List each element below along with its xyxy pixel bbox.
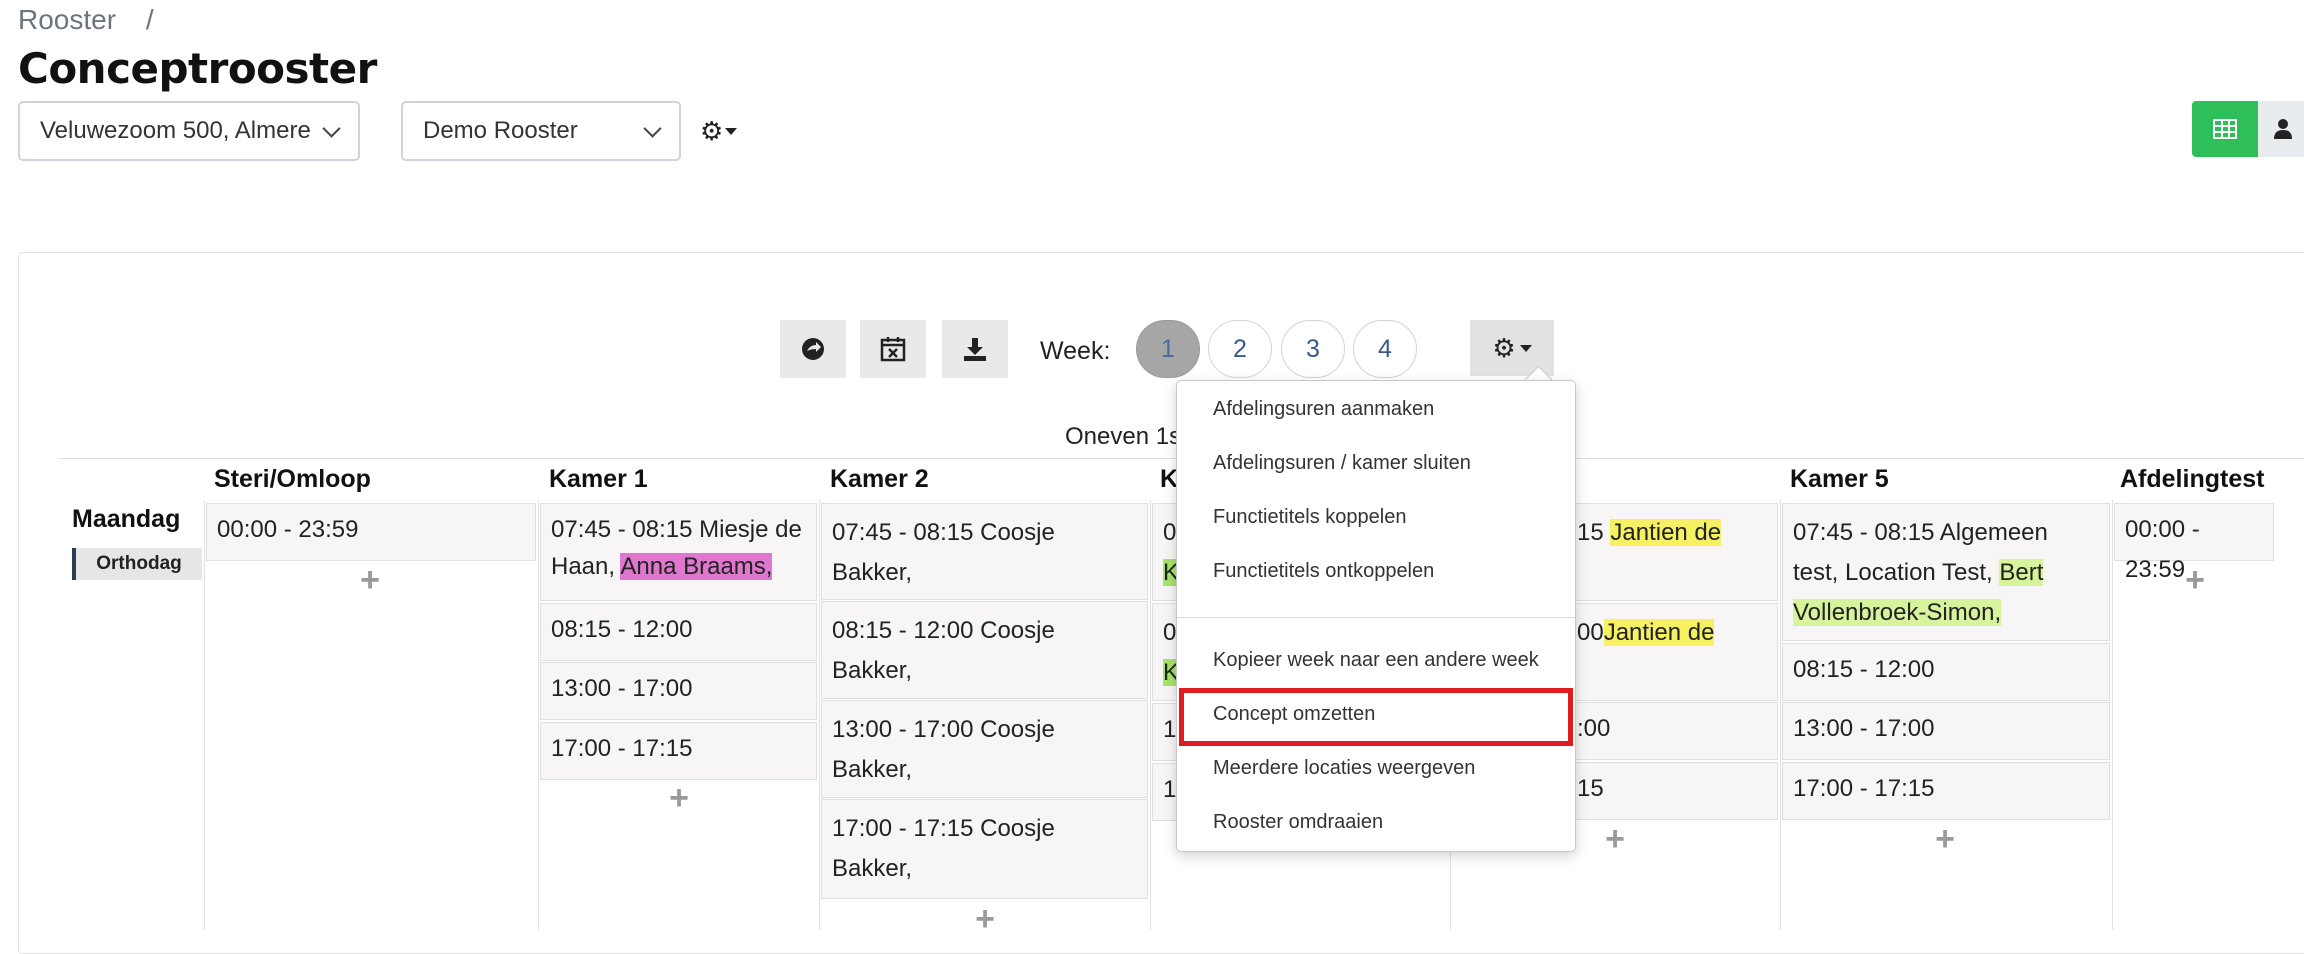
column-separator bbox=[1150, 500, 1151, 930]
slot-kamer2-2[interactable]: 08:15 - 12:00 Coosje Bakker, bbox=[821, 601, 1148, 699]
slot-text: 00 bbox=[1577, 619, 1604, 646]
breadcrumb-separator: / bbox=[145, 4, 154, 35]
day-tag: Orthodag bbox=[72, 548, 202, 580]
share-icon bbox=[802, 338, 824, 360]
column-separator bbox=[204, 500, 205, 930]
menu-item-afdelingsuren-aanmaken[interactable]: Afdelingsuren aanmaken bbox=[1213, 398, 1434, 421]
slot-text: Bakker, bbox=[832, 756, 913, 783]
slot-kamer2-3[interactable]: 13:00 - 17:00 Coosje Bakker, bbox=[821, 700, 1148, 798]
slot-kamer1-3[interactable]: 13:00 - 17:00 bbox=[540, 662, 817, 720]
week-4-button[interactable]: 4 bbox=[1353, 320, 1417, 378]
breadcrumb-root[interactable]: Rooster bbox=[18, 4, 116, 35]
column-header-afdelingtest: Afdelingtest bbox=[2120, 465, 2265, 493]
gear-icon: ⚙ bbox=[1492, 332, 1516, 363]
slot-text: 08:15 - 12:00 Coosje bbox=[832, 617, 1055, 644]
rooster-settings-menu: Afdelingsuren aanmaken Afdelingsuren / k… bbox=[1176, 380, 1576, 852]
day-label: Maandag bbox=[72, 505, 181, 533]
slot-text: 13:00 - 17:00 Coosje bbox=[832, 716, 1055, 743]
clear-week-button[interactable] bbox=[860, 320, 926, 378]
gear-icon: ⚙ bbox=[700, 116, 724, 146]
plus-icon[interactable]: + bbox=[1600, 822, 1630, 856]
table-icon bbox=[2213, 119, 2237, 139]
download-icon bbox=[964, 338, 986, 361]
slot-text: :00 bbox=[1577, 715, 1611, 742]
menu-divider bbox=[1177, 617, 1575, 618]
breadcrumb: Rooster / bbox=[18, 4, 154, 36]
column-header-steri: Steri/Omloop bbox=[214, 465, 371, 493]
calendar-x-icon bbox=[880, 337, 906, 362]
menu-item-kopieer-week[interactable]: Kopieer week naar een andere week bbox=[1213, 649, 1539, 672]
slot-text: Bakker, bbox=[832, 559, 913, 586]
employee-highlight: Jantien de bbox=[1610, 519, 1722, 546]
settings-dropdown-button[interactable]: ⚙ bbox=[700, 116, 738, 147]
employee-highlight: Jantien de bbox=[1603, 619, 1715, 646]
location-select-value: Veluwezoom 500, Almere bbox=[40, 117, 311, 144]
slot-kamer1-4[interactable]: 17:00 - 17:15 bbox=[540, 722, 817, 780]
week-3-button[interactable]: 3 bbox=[1281, 320, 1345, 378]
slot-kamer2-4[interactable]: 17:00 - 17:15 Coosje Bakker, bbox=[821, 799, 1148, 899]
slot-text: Bakker, bbox=[832, 657, 913, 684]
plus-icon[interactable]: + bbox=[664, 781, 694, 815]
slot-text: 15 bbox=[1577, 519, 1604, 546]
slot-text: test, Location Test, bbox=[1793, 559, 1993, 586]
rooster-select-value: Demo Rooster bbox=[423, 117, 578, 144]
share-button[interactable] bbox=[780, 320, 846, 378]
slot-text: 07:45 - 08:15 Algemeen bbox=[1793, 519, 2048, 546]
rooster-select[interactable]: Demo Rooster bbox=[401, 101, 681, 161]
chevron-down-icon bbox=[322, 118, 341, 138]
week-2-button[interactable]: 2 bbox=[1208, 320, 1272, 378]
slot-kamer5-4[interactable]: 17:00 - 17:15 bbox=[1782, 762, 2110, 820]
slot-kamer1-2[interactable]: 08:15 - 12:00 bbox=[540, 603, 817, 661]
column-separator bbox=[2112, 500, 2113, 930]
column-header-kamer1: Kamer 1 bbox=[549, 465, 648, 493]
week-label: Week: bbox=[1040, 337, 1111, 365]
location-select[interactable]: Veluwezoom 500, Almere bbox=[18, 101, 360, 161]
user-icon bbox=[2274, 119, 2292, 139]
menu-item-functietitels-koppelen[interactable]: Functietitels koppelen bbox=[1213, 506, 1406, 529]
slot-kamer2-1[interactable]: 07:45 - 08:15 Coosje Bakker, bbox=[821, 503, 1148, 600]
table-view-button[interactable] bbox=[2192, 101, 2258, 157]
column-separator bbox=[1780, 500, 1781, 930]
caret-down-icon bbox=[725, 128, 738, 135]
slot-steri-1[interactable]: 00:00 - 23:59 bbox=[206, 503, 536, 561]
chevron-down-icon bbox=[643, 118, 662, 138]
column-separator bbox=[819, 500, 820, 930]
menu-item-functietitels-ontkoppelen[interactable]: Functietitels ontkoppelen bbox=[1213, 560, 1434, 583]
plus-icon[interactable]: + bbox=[2180, 563, 2210, 597]
slot-kamer5-1[interactable]: 07:45 - 08:15 Algemeen test, Location Te… bbox=[1782, 503, 2110, 641]
column-header-kamer5: Kamer 5 bbox=[1790, 465, 1889, 493]
download-button[interactable] bbox=[942, 320, 1008, 378]
caret-down-icon bbox=[1519, 344, 1532, 352]
menu-item-concept-omzetten[interactable]: Concept omzetten bbox=[1213, 703, 1375, 726]
slot-text: Bakker, bbox=[832, 855, 913, 882]
plus-icon[interactable]: + bbox=[355, 563, 385, 597]
employee-highlight: Vollenbroek-Simon, bbox=[1793, 599, 2002, 626]
employee-highlight: Anna Braams, bbox=[620, 553, 773, 580]
slot-text-line: Haan, Anna Braams, bbox=[551, 547, 806, 587]
slot-text: 17:00 - 17:15 Coosje bbox=[832, 815, 1055, 842]
column-separator bbox=[538, 500, 539, 930]
slot-text: Haan, bbox=[551, 553, 616, 580]
slot-afdelingtest-1[interactable]: 00:00 - 23:59 bbox=[2114, 503, 2274, 583]
plus-icon[interactable]: + bbox=[970, 902, 1000, 936]
plus-icon[interactable]: + bbox=[1930, 822, 1960, 856]
slot-kamer5-3[interactable]: 13:00 - 17:00 bbox=[1782, 702, 2110, 760]
menu-item-rooster-omdraaien[interactable]: Rooster omdraaien bbox=[1213, 811, 1383, 834]
slot-kamer5-2[interactable]: 08:15 - 12:00 bbox=[1782, 643, 2110, 701]
menu-item-afdelingsuren-kamer-sluiten[interactable]: Afdelingsuren / kamer sluiten bbox=[1213, 452, 1471, 475]
slot-kamer1-1[interactable]: 07:45 - 08:15 Miesje de Haan, Anna Braam… bbox=[540, 503, 817, 601]
slot-text: 15 bbox=[1577, 775, 1604, 802]
slot-text: 07:45 - 08:15 Miesje de bbox=[551, 516, 802, 543]
column-header-kamer2: Kamer 2 bbox=[830, 465, 929, 493]
week-heading: Oneven 1s bbox=[1065, 423, 1182, 450]
week-1-button[interactable]: 1 bbox=[1136, 320, 1200, 378]
menu-item-meerdere-locaties[interactable]: Meerdere locaties weergeven bbox=[1213, 757, 1475, 780]
employee-highlight: Bert bbox=[1999, 559, 2044, 586]
slot-text: 07:45 - 08:15 Coosje bbox=[832, 519, 1055, 546]
person-view-button[interactable] bbox=[2258, 101, 2304, 157]
page-title: Conceptrooster bbox=[18, 44, 377, 93]
